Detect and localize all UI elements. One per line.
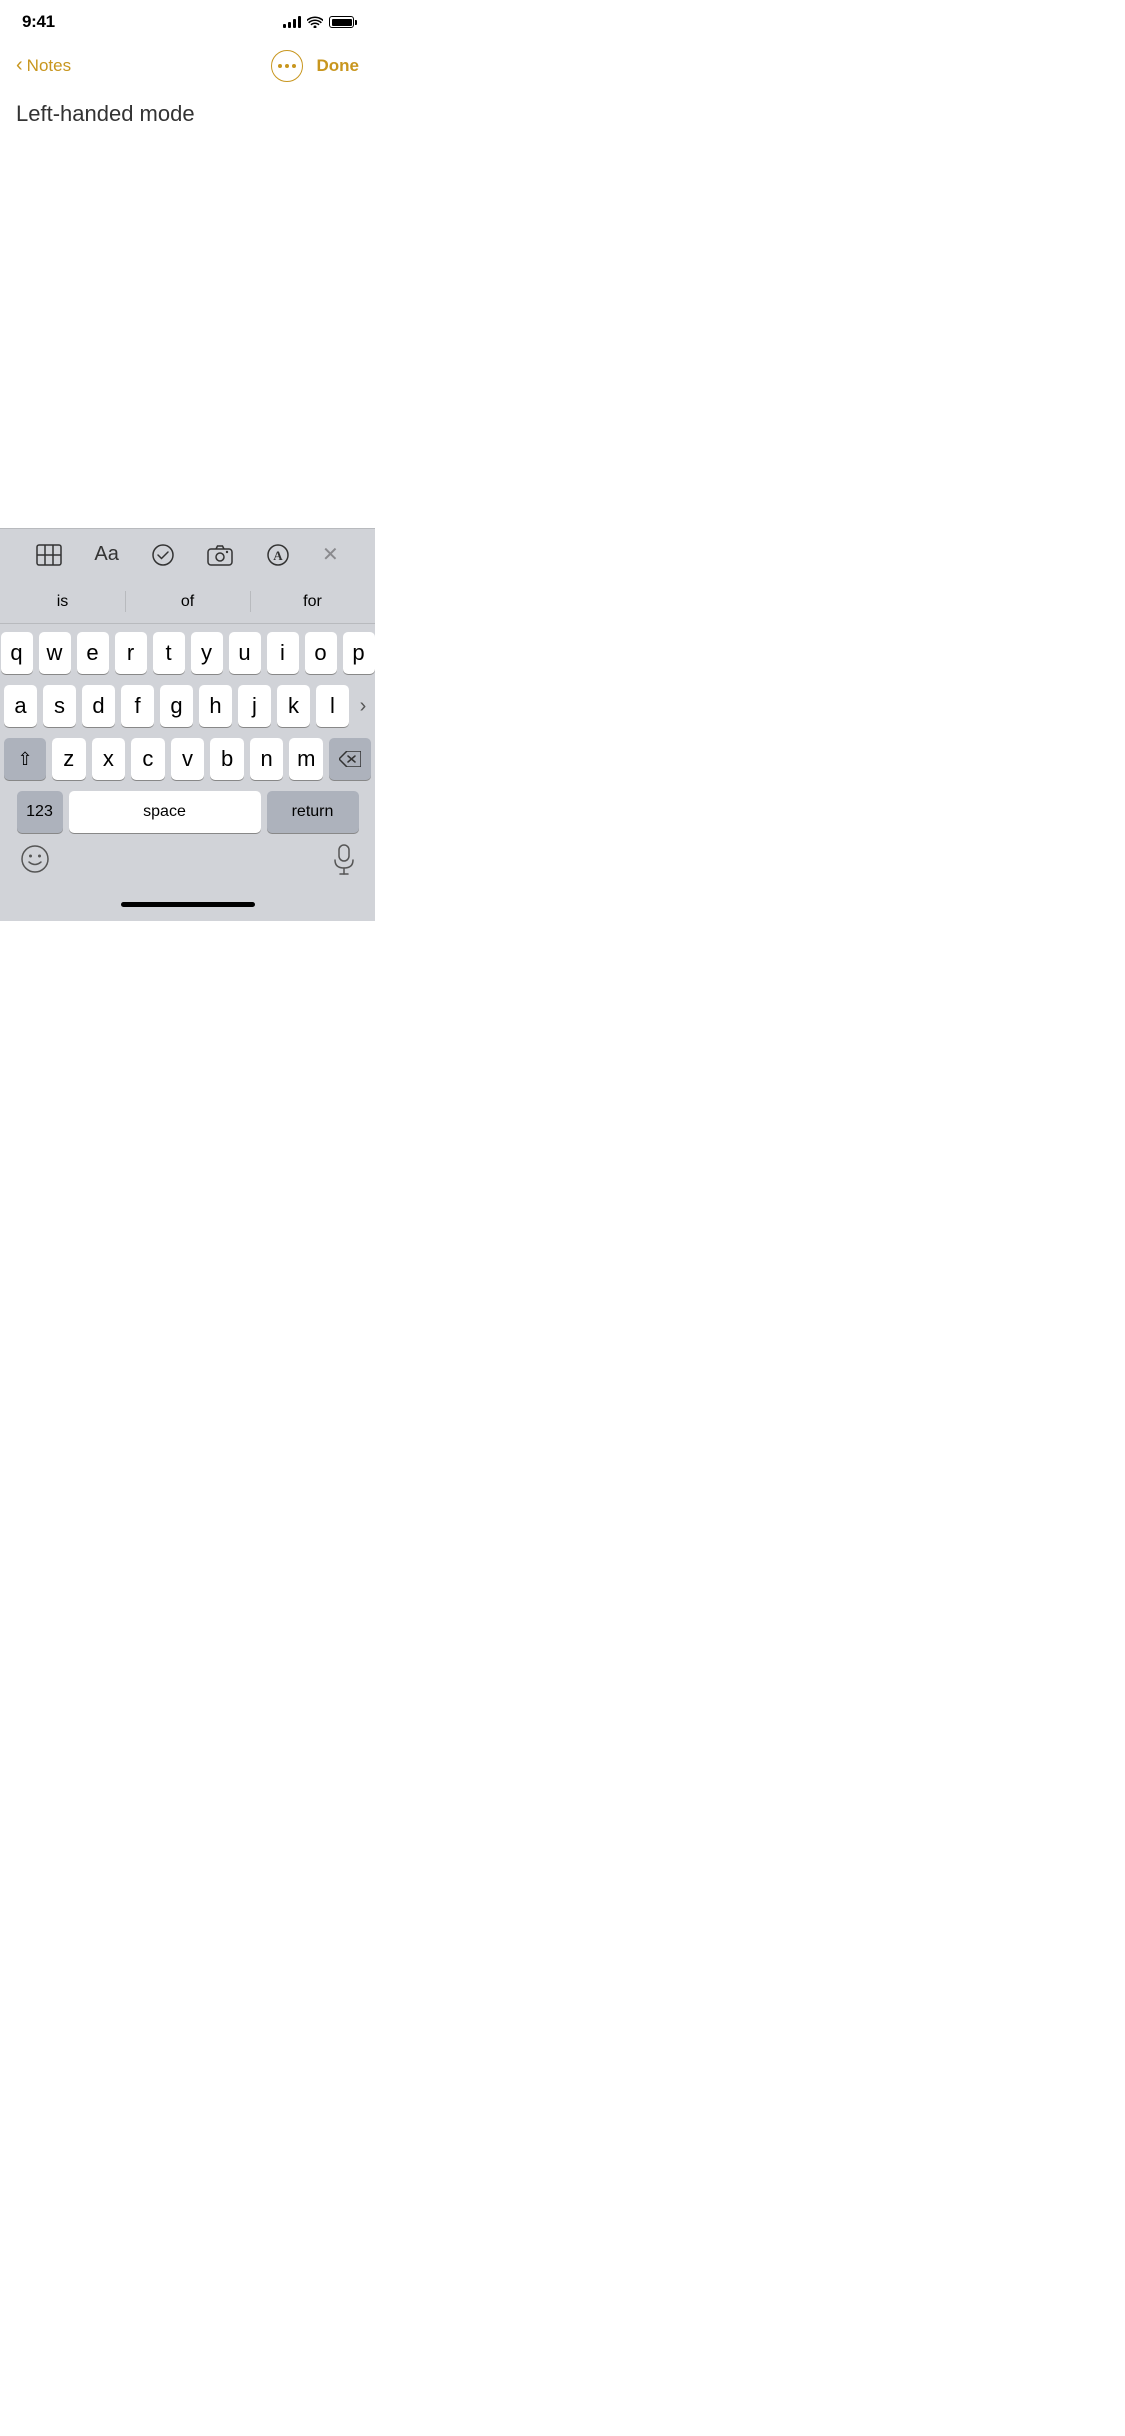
- key-row-3: ⇧ z x c v b n m: [4, 738, 371, 780]
- key-i[interactable]: i: [267, 632, 299, 674]
- key-q[interactable]: q: [1, 632, 33, 674]
- return-key[interactable]: return: [267, 791, 359, 833]
- signal-icon: [283, 16, 301, 28]
- predictive-word-2[interactable]: of: [125, 581, 250, 623]
- note-content-area[interactable]: Left-handed mode: [0, 88, 375, 528]
- close-toolbar-button[interactable]: ✕: [314, 534, 347, 575]
- more-button[interactable]: [271, 50, 303, 82]
- shift-key[interactable]: ⇧: [4, 738, 46, 780]
- predictive-word-3[interactable]: for: [250, 581, 375, 623]
- key-t[interactable]: t: [153, 632, 185, 674]
- nav-bar: ‹ Notes Done: [0, 44, 375, 88]
- wifi-icon: [307, 16, 323, 28]
- key-u[interactable]: u: [229, 632, 261, 674]
- key-d[interactable]: d: [82, 685, 115, 727]
- key-rows: q w e r t y u i o p a s d f g h j k l ›: [0, 624, 375, 837]
- key-b[interactable]: b: [210, 738, 244, 780]
- mic-icon: [333, 844, 355, 876]
- nav-right-actions: Done: [271, 50, 360, 82]
- status-bar: 9:41: [0, 0, 375, 44]
- key-m[interactable]: m: [289, 738, 323, 780]
- key-y[interactable]: y: [191, 632, 223, 674]
- camera-button[interactable]: [199, 536, 241, 574]
- close-icon: ✕: [322, 542, 339, 567]
- formatting-toolbar: Aa A ✕: [0, 528, 375, 580]
- key-row-1: q w e r t y u i o p: [4, 632, 371, 674]
- checklist-button[interactable]: [143, 535, 183, 575]
- key-r[interactable]: r: [115, 632, 147, 674]
- battery-icon: [329, 16, 357, 28]
- key-x[interactable]: x: [92, 738, 126, 780]
- key-h[interactable]: h: [199, 685, 232, 727]
- key-c[interactable]: c: [131, 738, 165, 780]
- checklist-icon: [151, 543, 175, 567]
- key-j[interactable]: j: [238, 685, 271, 727]
- format-button[interactable]: Aa: [86, 535, 126, 574]
- emoji-button[interactable]: [20, 844, 50, 881]
- key-e[interactable]: e: [77, 632, 109, 674]
- key-row-4: 123 space return: [4, 791, 371, 833]
- done-button[interactable]: Done: [317, 56, 360, 76]
- key-g[interactable]: g: [160, 685, 193, 727]
- svg-text:A: A: [273, 548, 283, 563]
- chevron-left-icon: ‹: [16, 54, 23, 77]
- key-a[interactable]: a: [4, 685, 37, 727]
- key-k[interactable]: k: [277, 685, 310, 727]
- bottom-extra-row: [0, 837, 375, 887]
- key-o[interactable]: o: [305, 632, 337, 674]
- predictive-bar: is of for: [0, 580, 375, 624]
- camera-icon: [207, 544, 233, 566]
- predictive-word-1[interactable]: is: [0, 581, 125, 623]
- home-indicator: [0, 887, 375, 921]
- table-button[interactable]: [28, 536, 70, 574]
- delete-key[interactable]: [329, 738, 371, 780]
- mic-button[interactable]: [333, 844, 355, 881]
- status-icons: [283, 16, 357, 28]
- keyboard: is of for q w e r t y u i o p a s d f g …: [0, 580, 375, 921]
- key-s[interactable]: s: [43, 685, 76, 727]
- key-n[interactable]: n: [250, 738, 284, 780]
- status-time: 9:41: [22, 12, 55, 32]
- next-keyboard-button[interactable]: ›: [355, 685, 371, 727]
- key-v[interactable]: v: [171, 738, 205, 780]
- key-z[interactable]: z: [52, 738, 86, 780]
- key-w[interactable]: w: [39, 632, 71, 674]
- more-icon: [278, 64, 296, 68]
- markup-button[interactable]: A: [258, 535, 298, 575]
- format-text-icon: Aa: [94, 543, 118, 566]
- space-key[interactable]: space: [69, 791, 261, 833]
- note-title: Left-handed mode: [16, 101, 195, 126]
- back-label: Notes: [27, 56, 71, 76]
- emoji-icon: [20, 844, 50, 874]
- home-bar: [121, 902, 255, 907]
- key-p[interactable]: p: [343, 632, 375, 674]
- key-row-2: a s d f g h j k l ›: [4, 685, 371, 727]
- back-button[interactable]: ‹ Notes: [16, 55, 71, 77]
- table-icon: [36, 544, 62, 566]
- key-l[interactable]: l: [316, 685, 349, 727]
- key-f[interactable]: f: [121, 685, 154, 727]
- markup-icon: A: [266, 543, 290, 567]
- numbers-key[interactable]: 123: [17, 791, 63, 833]
